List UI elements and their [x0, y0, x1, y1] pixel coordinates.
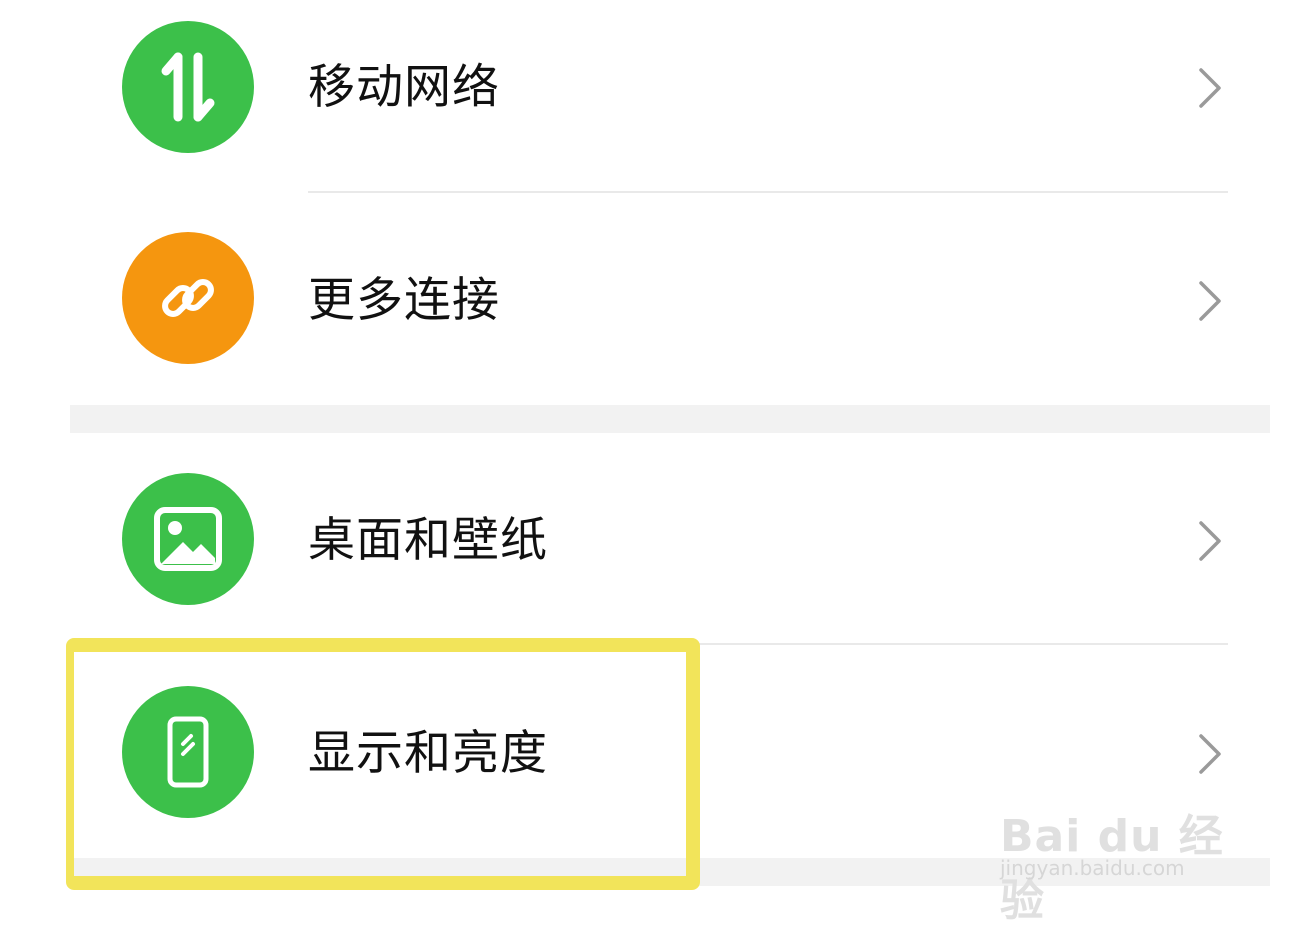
settings-item-label: 显示和亮度 — [308, 726, 548, 781]
settings-item-label: 移动网络 — [308, 60, 500, 115]
chevron-right-icon — [1195, 519, 1225, 563]
chevron-right-icon — [1195, 66, 1225, 110]
link-icon — [122, 232, 254, 364]
chevron-right-icon — [1195, 279, 1225, 323]
phone-display-icon — [122, 686, 254, 818]
divider — [308, 643, 1228, 645]
settings-item-more-connections[interactable]: 更多连接 — [70, 196, 1270, 406]
chevron-right-icon — [1195, 732, 1225, 776]
settings-item-label: 更多连接 — [308, 273, 500, 328]
image-icon — [122, 473, 254, 605]
settings-screen: 移动网络 更多连接 桌面和壁纸 显示和亮度 Bai du 经验 jingyan.… — [0, 0, 1306, 926]
settings-item-label: 桌面和壁纸 — [308, 513, 548, 568]
watermark-url: jingyan.baidu.com — [1000, 856, 1185, 880]
settings-item-mobile-network[interactable]: 移动网络 — [70, 0, 1270, 200]
divider — [308, 191, 1228, 193]
section-separator — [70, 405, 1270, 433]
baidu-watermark: Bai du 经验 jingyan.baidu.com — [1000, 790, 1240, 926]
settings-item-home-wallpaper[interactable]: 桌面和壁纸 — [70, 435, 1270, 645]
mobile-data-icon — [122, 21, 254, 153]
